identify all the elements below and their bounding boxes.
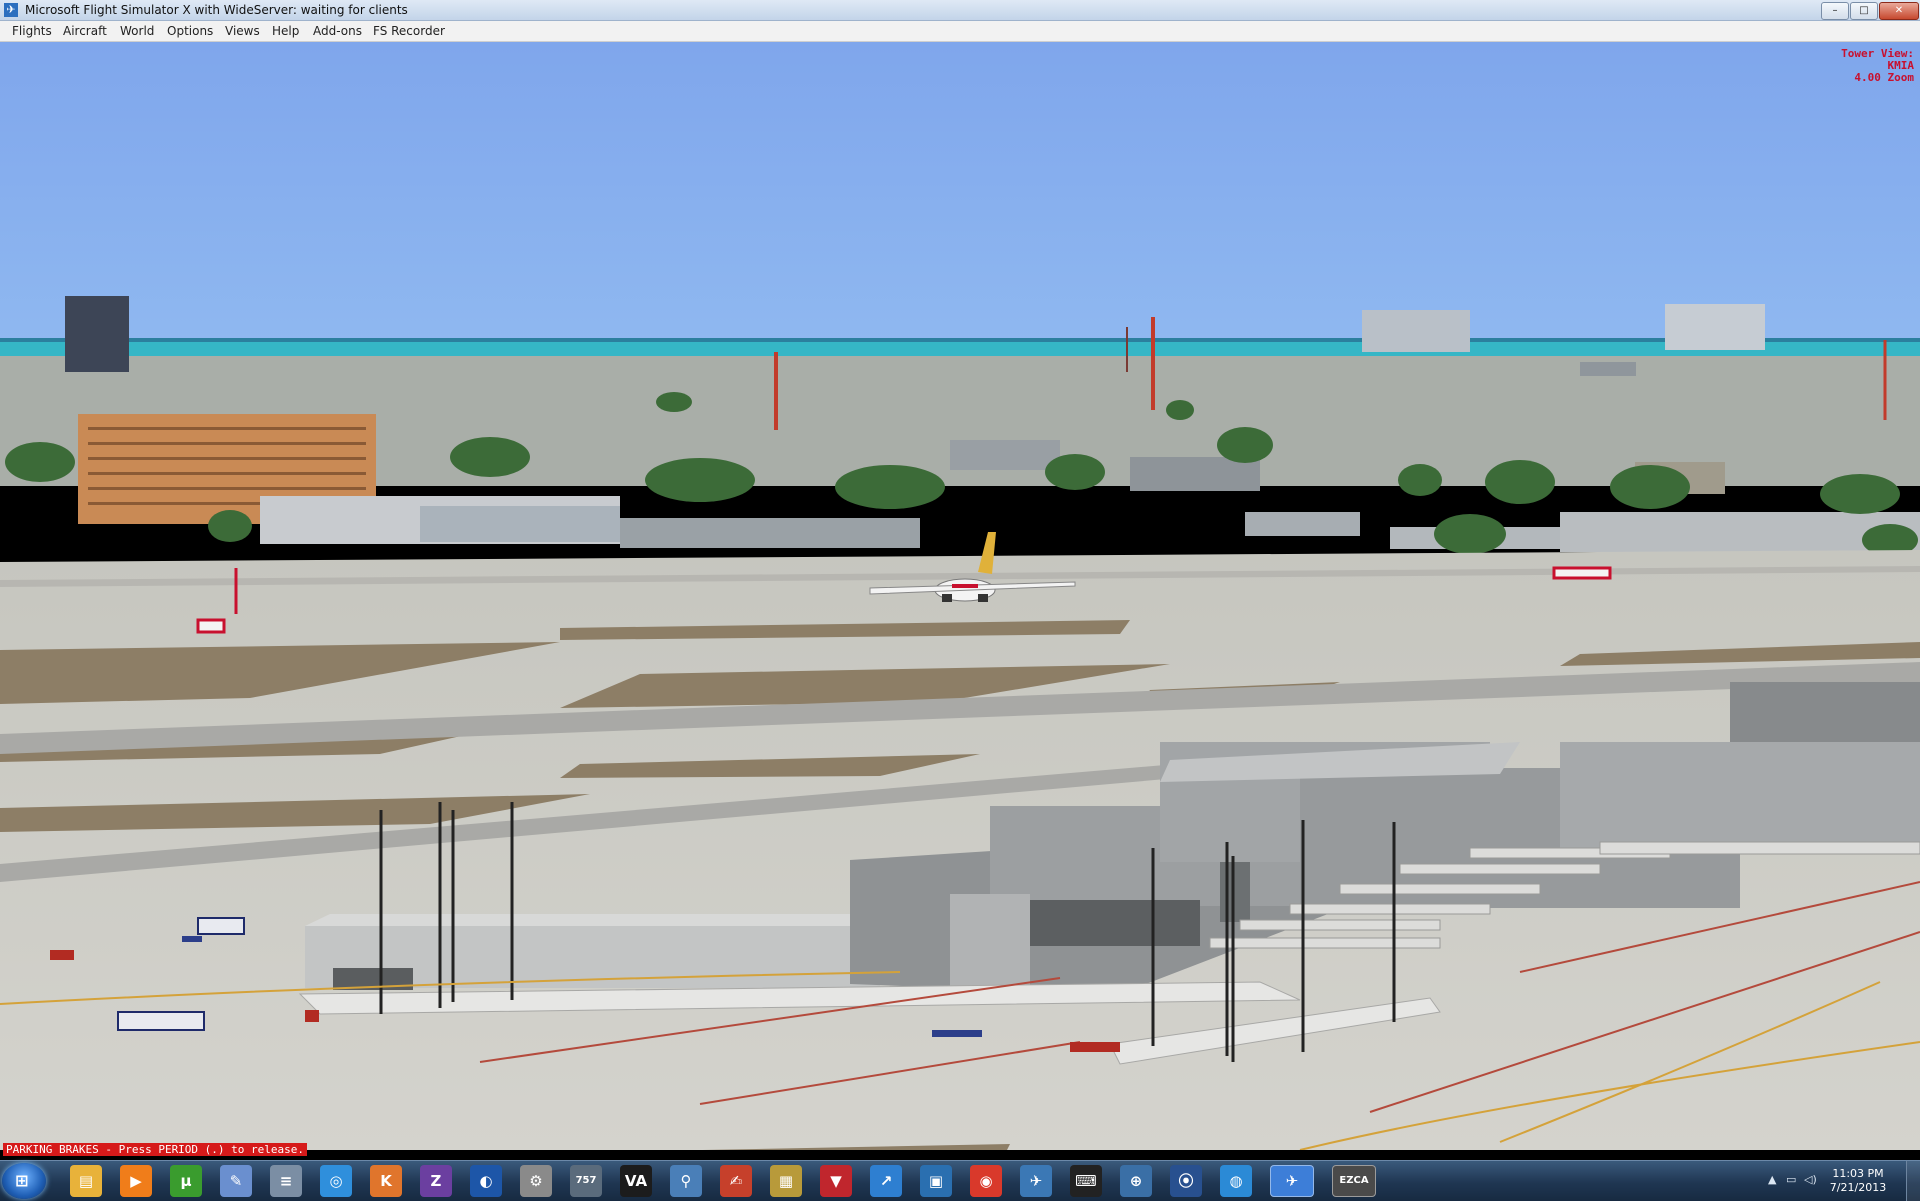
archive-icon[interactable]: ▦: [770, 1165, 802, 1197]
kmplayer-icon[interactable]: K: [370, 1165, 402, 1197]
windows-taskbar: ⊞ ▤ ▶ μ ✎ ≡ ◎ K Z ◐ ⚙ 757 VA ⚲ ✍ ▦ ▼ ↗ ▣ ◉ ✈ ⌨ ⊕ ⦿ ◍ ✈ EZCA ▲ ▭ ◁…: [0, 1160, 1920, 1201]
steam-icon[interactable]: ⦿: [1170, 1165, 1202, 1197]
cpuz-icon[interactable]: Z: [420, 1165, 452, 1197]
airport-scene: [0, 42, 1920, 1150]
chrome-icon[interactable]: ◉: [970, 1165, 1002, 1197]
disc-burner-icon[interactable]: ◎: [320, 1165, 352, 1197]
utorrent-icon[interactable]: μ: [170, 1165, 202, 1197]
google-earth-icon[interactable]: ◐: [470, 1165, 502, 1197]
ezca-icon[interactable]: EZCA: [1332, 1165, 1376, 1197]
flight-planner-icon[interactable]: ✈: [1020, 1165, 1052, 1197]
volume-icon[interactable]: ◁): [1804, 1173, 1817, 1186]
calculator-icon[interactable]: ≡: [270, 1165, 302, 1197]
maximize-button[interactable]: □: [1850, 2, 1878, 20]
clock-date: 7/21/2013: [1829, 1181, 1887, 1194]
fsx-app-icon[interactable]: ✈: [4, 3, 18, 17]
parking-brakes-message: PARKING BRAKES - Press PERIOD (.) to rel…: [3, 1143, 308, 1156]
disc-tool-icon[interactable]: ◍: [1220, 1165, 1252, 1197]
sky: [0, 42, 1920, 342]
show-hidden-icons-icon[interactable]: ▲: [1768, 1173, 1776, 1186]
show-desktop-button[interactable]: [1906, 1161, 1920, 1201]
keyboard-key-icon[interactable]: ⌨: [1070, 1165, 1102, 1197]
menu-world[interactable]: World: [120, 24, 154, 38]
virtual-airline-icon[interactable]: VA: [620, 1165, 652, 1197]
menu-add-ons[interactable]: Add-ons: [313, 24, 362, 38]
start-button[interactable]: ⊞: [2, 1163, 46, 1199]
chart-tool-icon[interactable]: ↗: [870, 1165, 902, 1197]
menu-aircraft[interactable]: Aircraft: [63, 24, 107, 38]
minimize-button[interactable]: –: [1821, 2, 1849, 20]
menu-help[interactable]: Help: [272, 24, 299, 38]
clock-time: 11:03 PM: [1832, 1167, 1884, 1180]
globe-network-icon[interactable]: ⊕: [1120, 1165, 1152, 1197]
downloader-icon[interactable]: ▼: [820, 1165, 852, 1197]
search-tool-icon[interactable]: ⚲: [670, 1165, 702, 1197]
notepad-icon[interactable]: ✍: [720, 1165, 752, 1197]
network-icon[interactable]: ▭: [1786, 1173, 1796, 1186]
tower-view-readout: Tower View: KMIA 4.00 Zoom: [1841, 48, 1914, 84]
boeing-757-icon[interactable]: 757: [570, 1165, 602, 1197]
window-title-bar[interactable]: ✈ Microsoft Flight Simulator X with Wide…: [0, 0, 1920, 21]
simulator-viewport[interactable]: [0, 42, 1920, 1150]
menu-views[interactable]: Views: [225, 24, 260, 38]
close-button[interactable]: ✕: [1879, 2, 1919, 20]
paint-icon[interactable]: ✎: [220, 1165, 252, 1197]
zoom-level: 4.00 Zoom: [1854, 71, 1914, 84]
windows-explorer-icon[interactable]: ▤: [70, 1165, 102, 1197]
menu-fs-recorder[interactable]: FS Recorder: [373, 24, 445, 38]
fsx-icon[interactable]: ✈: [1270, 1165, 1314, 1197]
film-reel-icon[interactable]: ⚙: [520, 1165, 552, 1197]
menu-flights[interactable]: Flights: [12, 24, 52, 38]
tower-building: [65, 296, 129, 372]
cpu-monitor-icon[interactable]: ▣: [920, 1165, 952, 1197]
media-player-icon[interactable]: ▶: [120, 1165, 152, 1197]
window-title: Microsoft Flight Simulator X with WideSe…: [25, 3, 408, 17]
windows-logo-icon: ⊞: [15, 1171, 29, 1190]
taskbar-clock[interactable]: 11:03 PM 7/21/2013: [1818, 1167, 1898, 1195]
menu-bar: Flights Aircraft World Options Views Hel…: [0, 21, 1920, 42]
menu-options[interactable]: Options: [167, 24, 213, 38]
